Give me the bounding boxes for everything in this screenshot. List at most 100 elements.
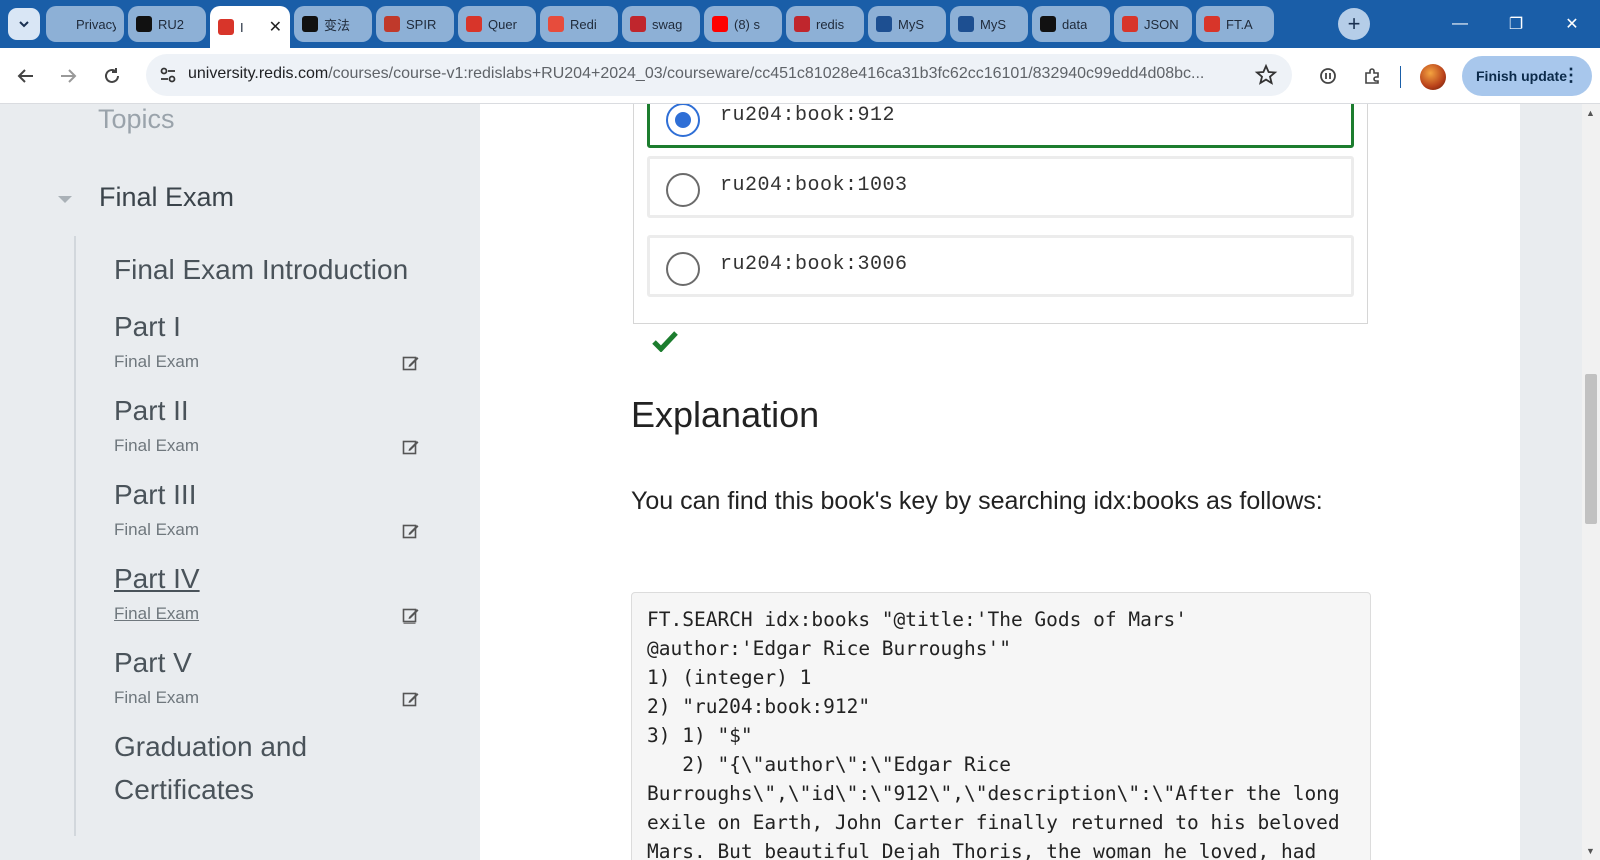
tab-title: I [240,19,244,35]
n-icon [794,16,810,32]
restore-button[interactable]: ❐ [1488,0,1544,48]
tab-title: MyS [898,16,924,32]
answer-option-label: ru204:book:912 [720,104,896,127]
tab[interactable]: data [1032,6,1110,42]
chatbot-icon [302,16,318,32]
tab-active[interactable]: I ✕ [210,6,290,48]
course-sidebar: Topics Final Exam Final Exam Introductio… [0,104,480,860]
sidebar-item-subtitle: Final Exam [114,352,200,371]
tab[interactable]: 变法 [294,6,372,42]
redis-cube-icon [1204,16,1220,32]
tab-title: Quer [488,16,517,32]
privacy-icon [54,16,70,32]
tab-title: RU2 [158,16,185,32]
tab-title: swag [652,16,683,32]
edit-icon [402,356,419,371]
tab-title: redis [816,16,845,32]
chevron-down-icon [19,21,29,28]
forward-arrow-icon [61,69,77,83]
profile-avatar[interactable] [1420,64,1446,90]
sidebar-item-part-iii[interactable]: Part III [114,479,196,511]
sidebar-item-graduation-line2[interactable]: Certificates [114,774,254,806]
tab[interactable]: Redi [540,6,618,42]
tab[interactable]: redis [786,6,864,42]
redis-cube-icon [218,19,234,35]
answer-option[interactable]: ru204:book:1003 [647,156,1354,218]
close-window-button[interactable]: ✕ [1544,0,1600,48]
n-icon [630,16,646,32]
radio-button-selected[interactable] [666,104,700,137]
back-button[interactable] [10,60,42,92]
media-button[interactable] [1312,60,1344,92]
more-menu-icon: ⋮ [1562,65,1580,85]
tab[interactable]: Privacy a [46,6,124,42]
tab[interactable]: FT.A [1196,6,1274,42]
radio-button[interactable] [666,252,700,286]
redis-cube-icon [466,16,482,32]
tab[interactable]: RU2 [128,6,206,42]
browser-toolbar: university.redis.com/courses/course-v1:r… [0,48,1600,104]
sidebar-item-part-v[interactable]: Part V [114,647,192,679]
github-icon [1040,16,1056,32]
sidebar-item-subtitle[interactable]: Final Exam [114,604,199,624]
forward-button[interactable] [52,60,84,92]
tab[interactable]: JSON [1114,6,1192,42]
sidebar-section-title[interactable]: Final Exam [99,182,234,213]
address-bar[interactable]: university.redis.com/courses/course-v1:r… [146,54,1292,96]
extensions-button[interactable] [1356,60,1388,92]
media-control-icon [1320,68,1336,84]
scrollbar-thumb[interactable] [1585,374,1597,524]
correct-checkmark-icon [652,331,678,352]
tab[interactable]: MyS [950,6,1028,42]
bookmark-star-icon[interactable] [1254,63,1278,87]
new-tab-button[interactable]: + [1338,8,1370,40]
sidebar-item-final-exam-introduction[interactable]: Final Exam Introduction [114,254,408,286]
close-tab-icon[interactable]: ✕ [269,17,282,37]
url-path: /courses/course-v1:redislabs+RU204+2024_… [328,65,1205,82]
sidebar-item-subtitle: Final Exam [114,436,200,455]
sidebar-item-part-i[interactable]: Part I [114,311,181,343]
answer-option-label: ru204:book:3006 [720,253,908,276]
minimize-button[interactable]: — [1432,0,1488,48]
tab-search-button[interactable] [8,8,40,40]
page-scrollbar[interactable]: ▲ ▼ [1582,104,1600,860]
edit-icon [402,524,419,539]
explanation-title: Explanation [631,394,820,435]
right-gutter [1520,104,1582,860]
github-icon [136,16,152,32]
tab[interactable]: MyS [868,6,946,42]
sidebar-item-part-ii[interactable]: Part II [114,395,189,427]
tab-title: 变法 [324,17,351,33]
finish-update-button[interactable]: Finish update ⋮ [1462,56,1592,96]
sidebar-item-subtitle: Final Exam [114,520,200,539]
answer-option[interactable]: ru204:book:3006 [647,235,1354,297]
tab[interactable]: Quer [458,6,536,42]
answer-option-label: ru204:book:1003 [720,174,908,197]
site-settings-icon[interactable] [158,65,178,85]
tab[interactable]: swag [622,6,700,42]
back-arrow-icon [17,69,33,83]
tab-title: FT.A [1226,16,1253,32]
answer-option[interactable]: ru204:book:912 [647,104,1354,148]
tab[interactable]: SPIR [376,6,454,42]
scroll-up-icon[interactable]: ▲ [1586,108,1595,118]
reload-icon [105,68,119,83]
tab-title: Redi [570,16,597,32]
tab[interactable]: (8) s [704,6,782,42]
reload-button[interactable] [96,60,128,92]
toolbar-divider [1400,66,1401,88]
sidebar-item-graduation[interactable]: Graduation and [114,731,307,763]
sidebar-topics-label[interactable]: Topics [98,104,175,135]
mysql-icon [876,16,892,32]
edit-icon [402,608,419,624]
caret-down-icon[interactable] [58,196,72,203]
sidebar-tree-line [74,236,76,836]
radio-button[interactable] [666,173,700,207]
tab-title: JSON [1144,16,1179,32]
explanation-text: You can find this book's key by searchin… [631,487,1323,515]
tab-strip: Privacy aRU2I✕变法SPIRQuerRediswag(8) sred… [0,0,1600,48]
sidebar-item-part-iv[interactable]: Part IV [114,563,200,595]
tab-list: Privacy aRU2I✕变法SPIRQuerRediswag(8) sred… [46,6,1274,48]
scroll-down-icon[interactable]: ▼ [1586,846,1595,856]
tab-title: SPIR [406,16,437,32]
